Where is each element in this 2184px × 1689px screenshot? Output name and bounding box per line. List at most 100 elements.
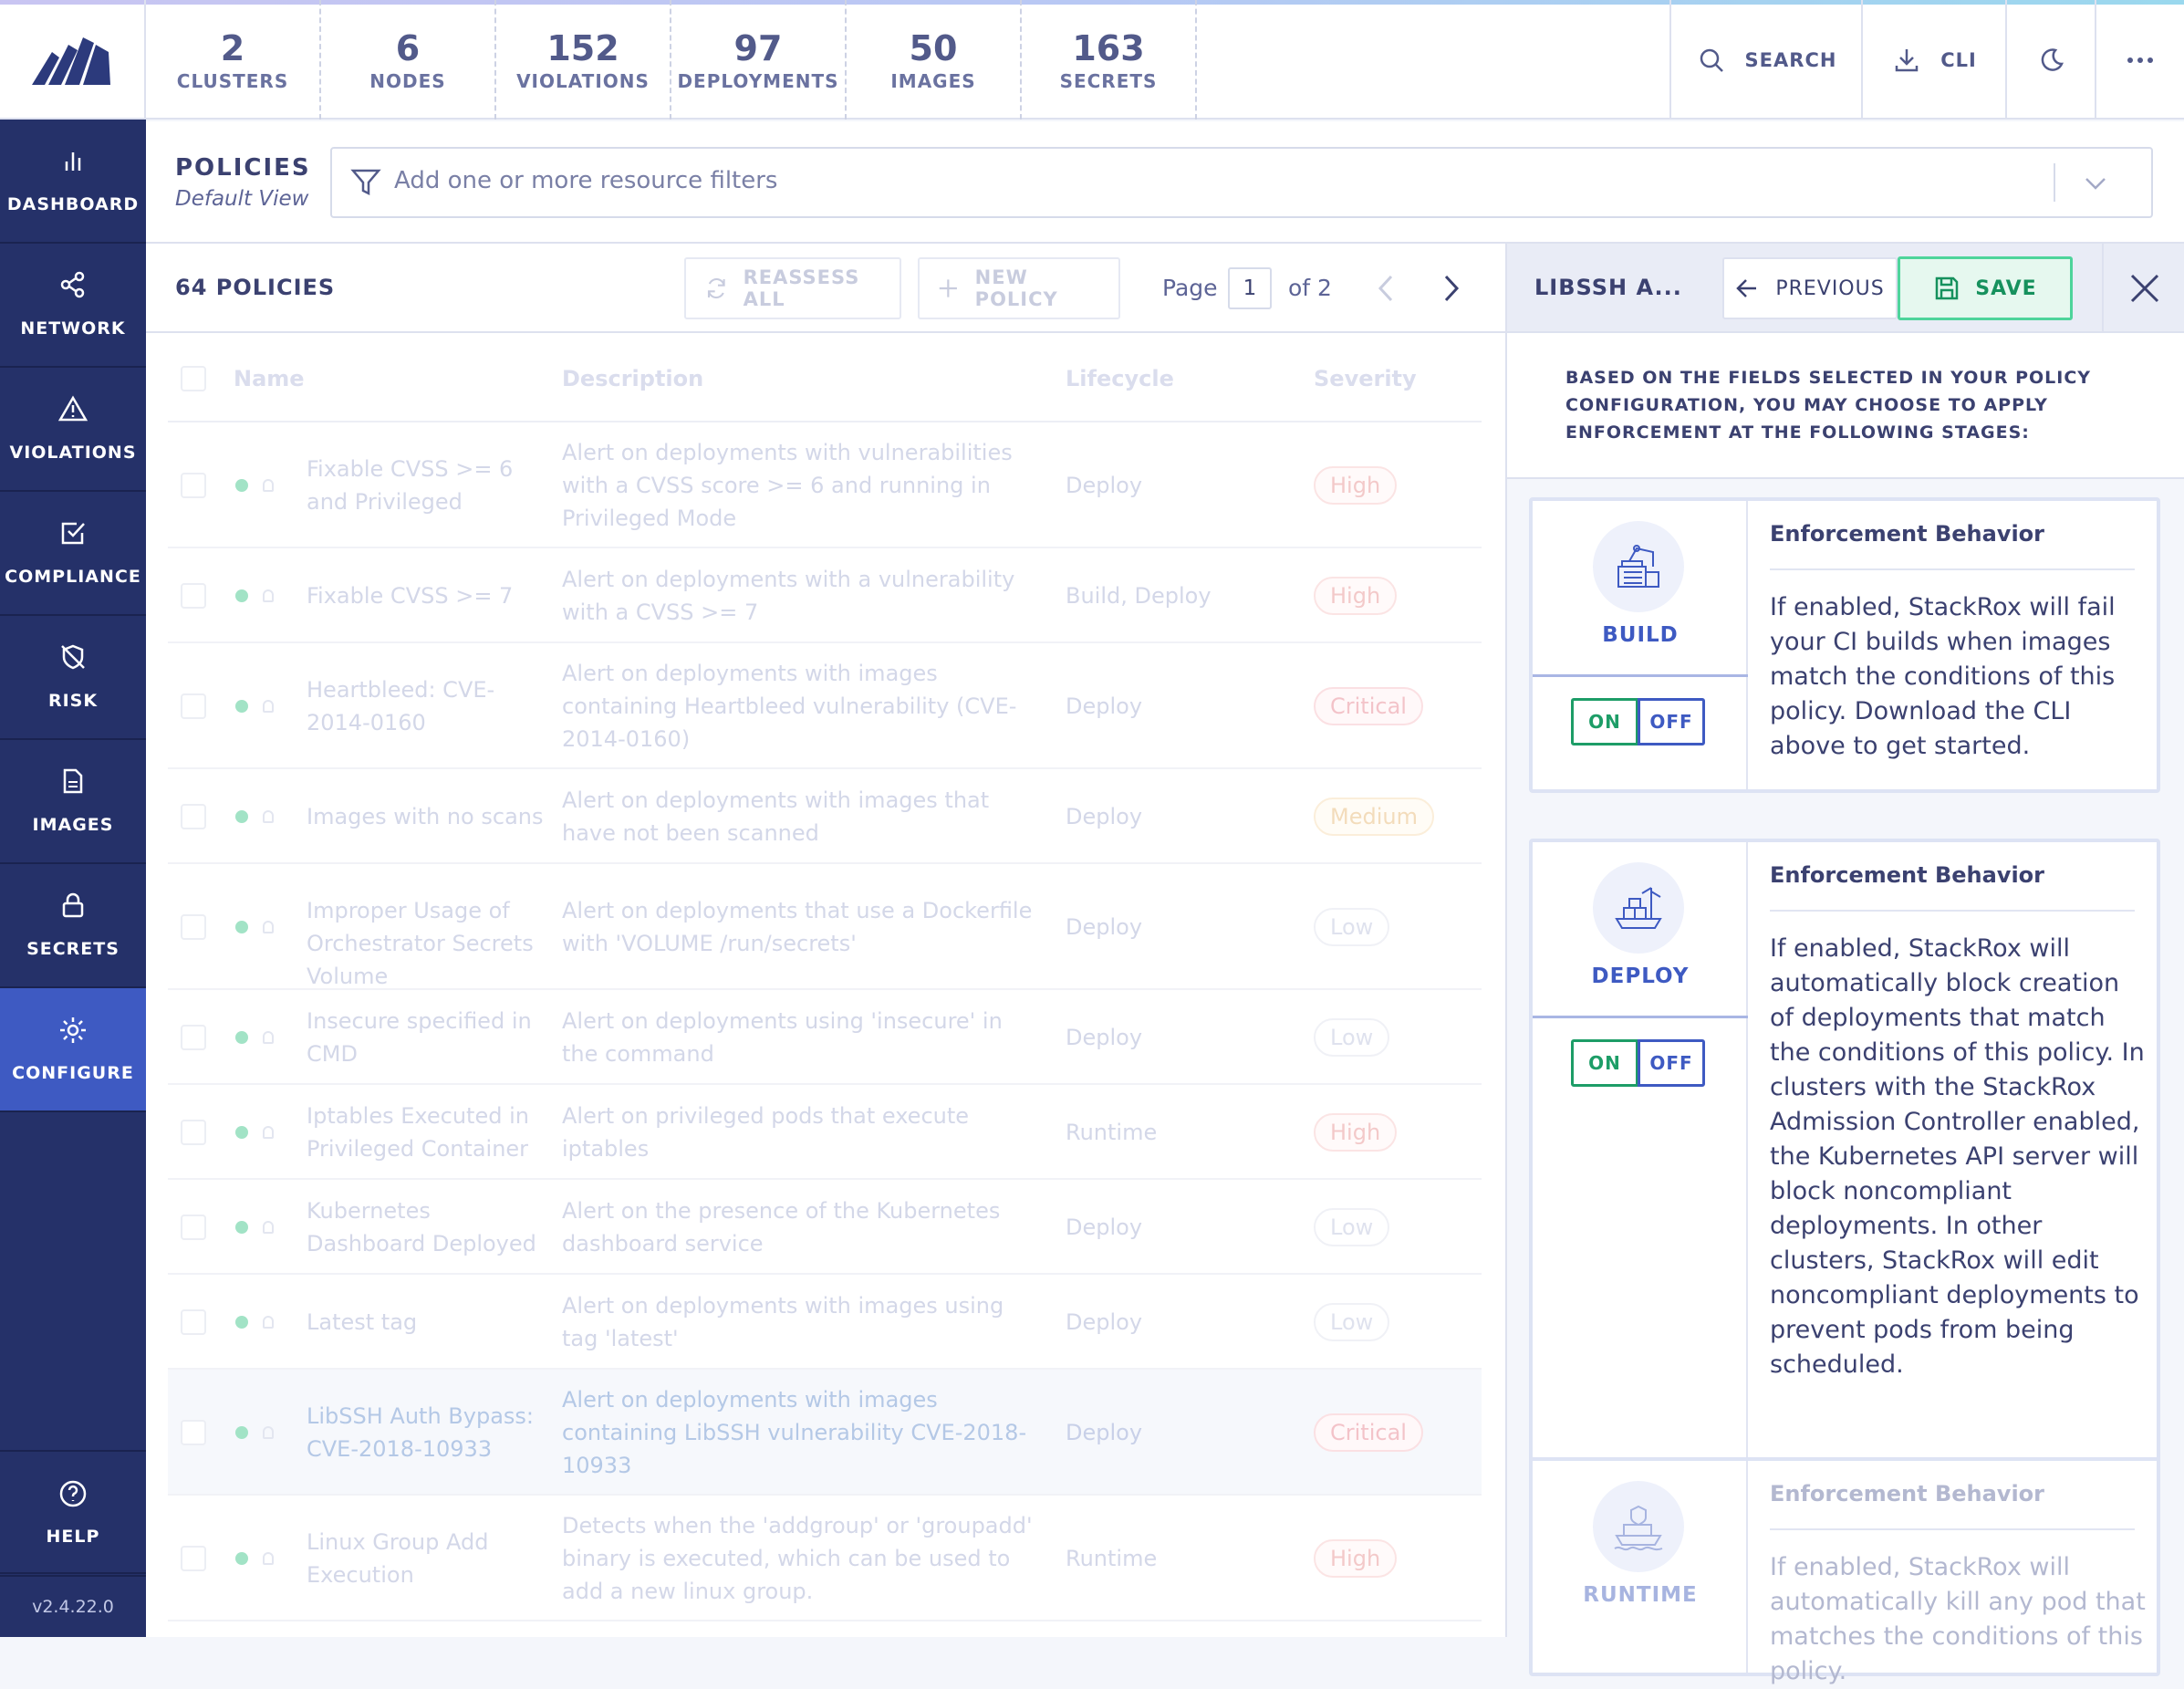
more-horizontal-icon xyxy=(2127,57,2153,63)
save-icon xyxy=(1936,276,1959,300)
row-checkbox[interactable] xyxy=(181,473,206,498)
filter-placeholder: Add one or more resource filters xyxy=(394,167,778,194)
row-checkbox[interactable] xyxy=(181,1120,206,1145)
toggle-on[interactable]: ON xyxy=(1571,1039,1638,1087)
more-options-button[interactable] xyxy=(2095,0,2184,120)
heading-divider xyxy=(1770,1528,2135,1530)
row-checkbox[interactable] xyxy=(181,1546,206,1571)
close-button[interactable] xyxy=(2102,244,2184,333)
row-checkbox[interactable] xyxy=(181,583,206,609)
stat-images[interactable]: 50 IMAGES xyxy=(847,0,1022,120)
row-checkbox[interactable] xyxy=(181,914,206,940)
save-button[interactable]: SAVE xyxy=(1898,256,2073,320)
resource-filter-input[interactable]: Add one or more resource filters xyxy=(330,147,2153,218)
theme-toggle-button[interactable] xyxy=(2005,0,2095,120)
stat-deployments[interactable]: 97 DEPLOYMENTS xyxy=(671,0,847,120)
row-checkbox[interactable] xyxy=(181,693,206,719)
stat-value: 50 xyxy=(909,28,958,68)
chevron-down-icon[interactable] xyxy=(2084,176,2107,191)
table-row[interactable]: Kubernetes Dashboard Deployed Alert on th… xyxy=(168,1180,1482,1275)
bar-chart-icon xyxy=(65,152,81,171)
policy-name: Linux Group Add Execution xyxy=(307,1529,489,1588)
stat-secrets[interactable]: 163 SECRETS xyxy=(1022,0,1197,120)
nav-item-images[interactable]: IMAGES xyxy=(0,740,146,864)
table-row[interactable]: Iptables Executed in Privileged Containe… xyxy=(168,1085,1482,1180)
nav-label: CONFIGURE xyxy=(12,1063,134,1083)
chevron-right-icon[interactable] xyxy=(1441,273,1461,304)
nav-item-risk[interactable]: RISK xyxy=(0,616,146,740)
stackrox-logo-icon xyxy=(32,36,110,85)
policy-table: Name Description Lifecycle Severity Fixa… xyxy=(146,333,1505,1637)
nav-item-help[interactable]: HELP xyxy=(0,1450,146,1574)
notification-bell-icon xyxy=(263,479,274,492)
policy-lifecycle: Deploy xyxy=(1066,1420,1143,1445)
policy-lifecycle: Deploy xyxy=(1066,473,1143,498)
policy-description: Alert on deployments that use a Dockerfi… xyxy=(562,898,1033,956)
column-description[interactable]: Description xyxy=(562,366,703,391)
column-lifecycle[interactable]: Lifecycle xyxy=(1066,366,1174,391)
toggle-off[interactable]: OFF xyxy=(1638,1039,1705,1087)
policy-name: Heartbleed: CVE-2014-0160 xyxy=(307,677,495,735)
new-policy-button[interactable]: NEW POLICY xyxy=(918,257,1120,319)
row-checkbox[interactable] xyxy=(181,1420,206,1445)
column-severity[interactable]: Severity xyxy=(1314,366,1417,391)
stat-value: 6 xyxy=(395,28,421,68)
policy-description: Alert on deployments with images contain… xyxy=(562,1387,1027,1478)
policy-lifecycle: Deploy xyxy=(1066,693,1143,719)
nav-item-secrets[interactable]: SECRETS xyxy=(0,864,146,988)
panel-title: LIBSSH A... xyxy=(1534,275,1682,300)
row-checkbox[interactable] xyxy=(181,1215,206,1240)
previous-button[interactable]: PREVIOUS xyxy=(1722,257,1898,319)
shield-off-icon xyxy=(61,644,85,670)
refresh-icon xyxy=(707,277,725,299)
severity-badge: High xyxy=(1314,577,1398,615)
nav-item-violations[interactable]: VIOLATIONS xyxy=(0,368,146,492)
row-checkbox[interactable] xyxy=(181,804,206,829)
row-checkbox[interactable] xyxy=(181,1025,206,1050)
stackrox-logo[interactable] xyxy=(0,0,146,120)
stat-nodes[interactable]: 6 NODES xyxy=(321,0,496,120)
stat-clusters[interactable]: 2 CLUSTERS xyxy=(146,0,321,120)
nav-label: COMPLIANCE xyxy=(5,567,141,587)
policy-lifecycle: Runtime xyxy=(1066,1120,1158,1145)
page-number-input[interactable]: 1 xyxy=(1228,267,1272,309)
enforcement-heading: Enforcement Behavior xyxy=(1770,1481,2044,1507)
nav-label: VIOLATIONS xyxy=(9,443,137,463)
nav-item-dashboard[interactable]: DASHBOARD xyxy=(0,120,146,244)
deploy-enforcement-toggle[interactable]: ON OFF xyxy=(1571,1039,1705,1087)
cli-download-button[interactable]: CLI xyxy=(1861,0,2007,120)
build-enforcement-toggle[interactable]: ON OFF xyxy=(1571,698,1705,745)
toggle-on[interactable]: ON xyxy=(1571,698,1638,745)
notification-bell-icon xyxy=(263,1031,274,1044)
table-row[interactable]: Images with no scans Alert on deployments… xyxy=(168,769,1482,864)
table-row[interactable]: LibSSH Auth Bypass: CVE-2018-10933 Alert … xyxy=(168,1370,1482,1496)
select-all-checkbox[interactable] xyxy=(181,366,206,391)
enabled-status-dot xyxy=(235,1316,248,1329)
table-row[interactable]: Fixable CVSS >= 6 and Privileged Alert on… xyxy=(168,422,1482,548)
table-row[interactable]: Improper Usage of Orchestrator Secrets V… xyxy=(168,864,1482,990)
table-row[interactable]: Fixable CVSS >= 7 Alert on deployments wi… xyxy=(168,548,1482,643)
table-row[interactable]: Heartbleed: CVE-2014-0160 Alert on deploy… xyxy=(168,643,1482,769)
chevron-left-icon[interactable] xyxy=(1376,273,1396,304)
policy-lifecycle: Deploy xyxy=(1066,1025,1143,1050)
stage-divider xyxy=(1533,674,1748,677)
new-policy-label: NEW POLICY xyxy=(974,266,1058,310)
notification-bell-icon xyxy=(263,1316,274,1329)
severity-badge: Critical xyxy=(1314,687,1423,725)
nav-item-network[interactable]: NETWORK xyxy=(0,244,146,368)
policy-lifecycle: Deploy xyxy=(1066,1215,1143,1240)
row-checkbox[interactable] xyxy=(181,1309,206,1335)
column-name[interactable]: Name xyxy=(234,366,305,391)
search-button[interactable]: SEARCH xyxy=(1669,0,1863,120)
table-row[interactable]: Linux Group Add Execution Detects when th… xyxy=(168,1496,1482,1621)
table-row[interactable]: Latest tag Alert on deployments with imag… xyxy=(168,1275,1482,1370)
toggle-off[interactable]: OFF xyxy=(1638,698,1705,745)
version-label: v2.4.22.0 xyxy=(0,1575,146,1637)
table-row[interactable]: Insecure specified in CMD Alert on deploy… xyxy=(168,990,1482,1085)
nav-item-configure[interactable]: CONFIGURE xyxy=(0,988,146,1112)
nav-item-compliance[interactable]: COMPLIANCE xyxy=(0,492,146,616)
stat-violations[interactable]: 152 VIOLATIONS xyxy=(496,0,671,120)
policy-detail-panel: LIBSSH A... PREVIOUS SAVE Based on the f… xyxy=(1505,244,2184,1685)
reassess-all-button[interactable]: REASSESS ALL xyxy=(684,257,901,319)
panel-header: LIBSSH A... PREVIOUS SAVE xyxy=(1507,244,2184,333)
